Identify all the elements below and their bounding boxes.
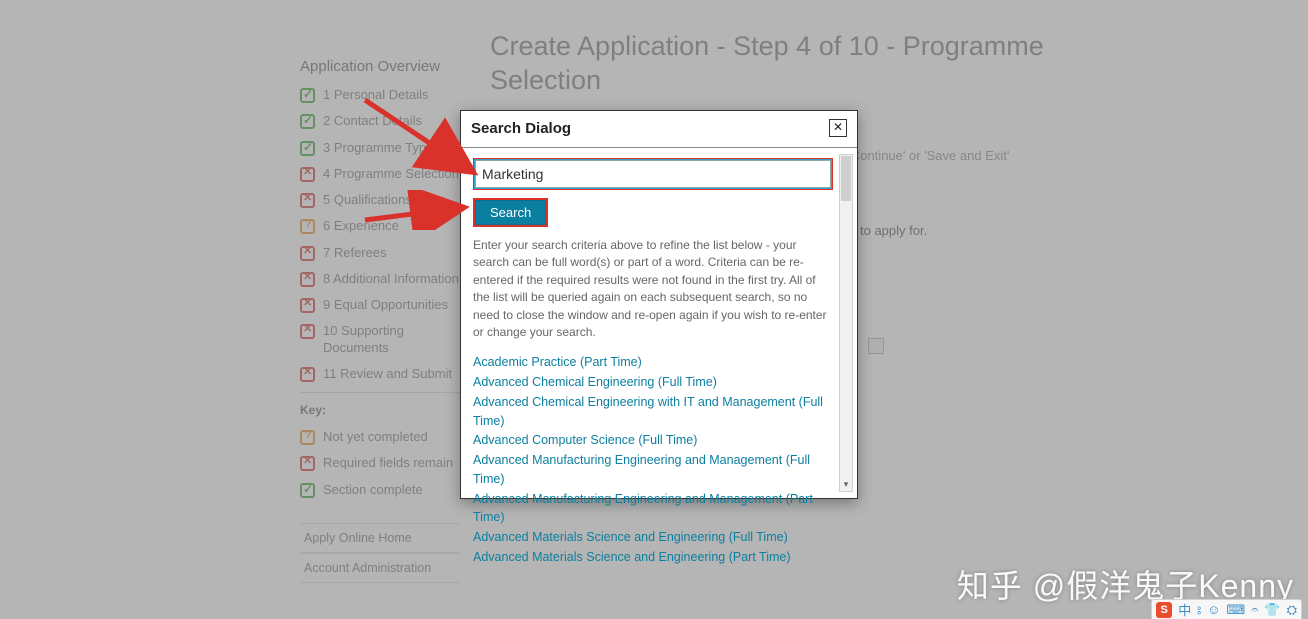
- result-link[interactable]: Advanced Chemical Engineering (Full Time…: [473, 373, 833, 392]
- search-input[interactable]: [475, 160, 831, 188]
- search-input-highlight: [473, 158, 833, 190]
- result-link[interactable]: Advanced Chemical Engineering with IT an…: [473, 393, 833, 431]
- dialog-scrollbar[interactable]: ▾: [839, 154, 853, 492]
- search-button-highlight: Search: [473, 198, 548, 227]
- tray-item[interactable]: 中: [1178, 600, 1191, 619]
- tray-item[interactable]: ☺: [1207, 602, 1220, 617]
- result-link[interactable]: Advanced Materials Science and Engineeri…: [473, 528, 833, 547]
- tray-item[interactable]: ⦂: [1197, 602, 1201, 618]
- result-link[interactable]: Academic Practice (Part Time): [473, 353, 833, 372]
- dialog-body: Search Enter your search criteria above …: [461, 148, 857, 498]
- scroll-down-icon[interactable]: ▾: [840, 477, 852, 491]
- ime-logo-icon[interactable]: S: [1156, 602, 1172, 618]
- scrollbar-thumb[interactable]: [841, 156, 851, 201]
- close-icon[interactable]: ✕: [829, 119, 847, 137]
- result-link[interactable]: Advanced Manufacturing Engineering and M…: [473, 451, 833, 489]
- dialog-titlebar: Search Dialog ✕: [461, 111, 857, 148]
- tray-item[interactable]: 👕: [1264, 602, 1280, 618]
- tray-item[interactable]: ⛭: [1287, 602, 1297, 618]
- search-dialog: Search Dialog ✕ Search Enter your search…: [460, 110, 858, 499]
- ime-tray: S 中 ⦂ ☺ ⌨ 𝄐 👕 ⛭: [1151, 599, 1302, 619]
- result-link[interactable]: Advanced Manufacturing Engineering and M…: [473, 490, 833, 528]
- tray-item[interactable]: ⌨: [1226, 602, 1245, 618]
- result-link[interactable]: Advanced Materials Science and Engineeri…: [473, 548, 833, 567]
- search-button[interactable]: Search: [475, 200, 546, 225]
- dialog-help-text: Enter your search criteria above to refi…: [473, 237, 833, 341]
- result-link[interactable]: Advanced Computer Science (Full Time): [473, 431, 833, 450]
- tray-item[interactable]: 𝄐: [1251, 602, 1258, 618]
- dialog-title: Search Dialog: [471, 120, 571, 137]
